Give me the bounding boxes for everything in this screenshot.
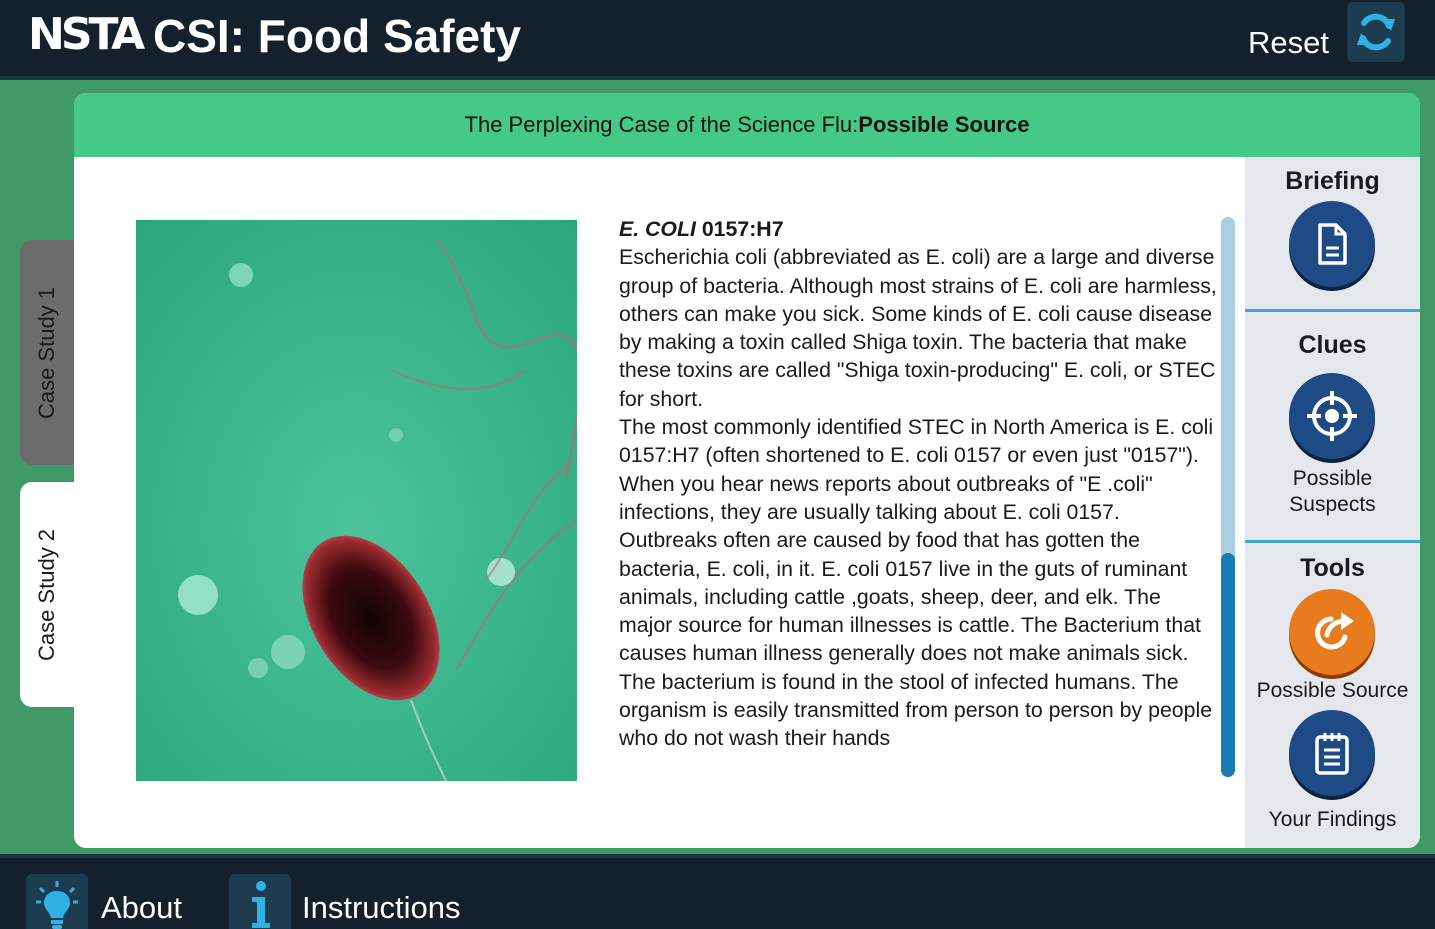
article-paragraph: Escherichia coli (abbreviated as E. coli… [619,245,1217,411]
app-footer: About Instructions [0,854,1435,929]
briefing-button[interactable] [1289,201,1375,287]
possible-source-label: Possible Source [1256,679,1409,702]
lightbulb-icon [36,881,78,929]
instructions-button[interactable] [229,874,291,929]
share-arrow-icon [1315,612,1354,650]
reset-button[interactable] [1347,2,1405,62]
possible-suspects-label: Possible Suspects [1289,467,1376,516]
content-card: The Perplexing Case of the Science Flu: P… [74,93,1420,848]
tools-panel: Briefing Clues Possible Suspects Tools P… [1245,157,1420,848]
article-title-italic: E. COLI [619,217,696,241]
crosshair-icon [1307,391,1357,441]
tab-label: Case Study 2 [34,528,59,661]
app-header: NSTA CSI: Food Safety Reset [0,0,1435,80]
possible-source-button[interactable] [1289,589,1375,675]
app-title: CSI: Food Safety [153,10,522,62]
section-title: Possible Source [858,112,1030,137]
bacteria-photo [136,220,577,781]
section-divider [1245,309,1420,312]
your-findings-button[interactable] [1289,710,1375,796]
article-paragraph: Outbreaks often are caused by food that … [619,528,1213,751]
card-heading: The Perplexing Case of the Science Flu: P… [74,93,1420,157]
tools-title: Tools [1300,554,1365,582]
notepad-icon [1315,733,1349,775]
article-title-rest: 0157:H7 [695,217,784,241]
article-text: E. COLI 0157:H7 Escherichia coli (abbrev… [619,215,1219,775]
article-title: E. COLI 0157:H7 [619,215,1219,243]
article-scrollbar[interactable] [1221,217,1235,777]
document-icon [1318,223,1347,265]
clues-title: Clues [1298,331,1367,359]
article-paragraph: The most commonly identified STEC in Nor… [619,415,1214,524]
scrollbar-thumb[interactable] [1221,553,1235,777]
case-title: The Perplexing Case of the Science Flu: [464,112,859,137]
briefing-title: Briefing [1285,167,1380,195]
refresh-icon [1357,13,1395,51]
about-button[interactable] [26,874,88,929]
section-divider [1245,540,1420,543]
tab-case-study-2[interactable]: Case Study 2 [20,482,74,707]
reset-label[interactable]: Reset [1248,26,1329,60]
tab-case-study-1[interactable]: Case Study 1 [20,240,74,465]
about-label[interactable]: About [101,890,182,926]
tab-label: Case Study 1 [34,286,59,419]
possible-suspects-button[interactable] [1289,373,1375,459]
your-findings-label: Your Findings [1268,808,1397,831]
info-icon [252,881,270,928]
instructions-label[interactable]: Instructions [302,890,461,926]
nsta-logo: NSTA [28,9,145,60]
